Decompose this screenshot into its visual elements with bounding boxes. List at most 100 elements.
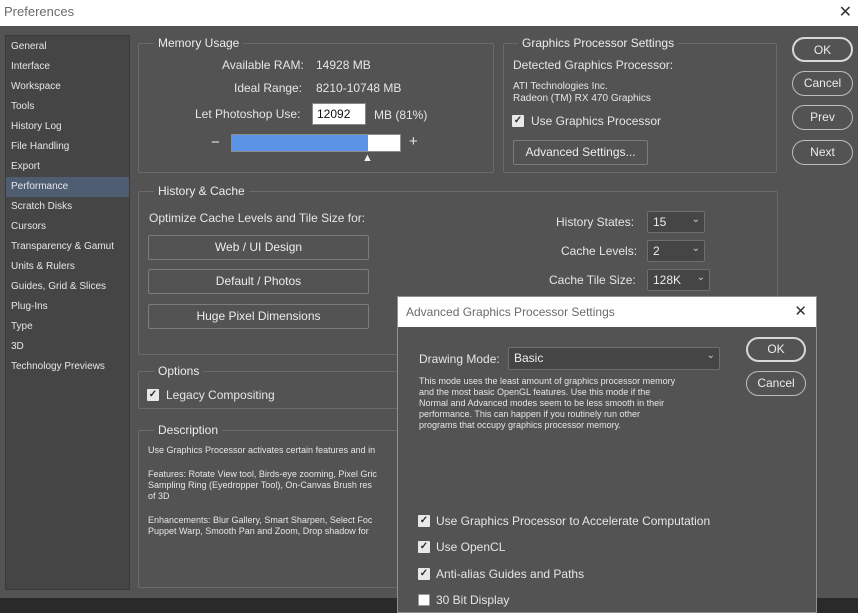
detected-gpu-label: Detected Graphics Processor: [513,58,674,72]
sidebar-item-3d[interactable]: 3D [6,337,129,357]
cancel-button[interactable]: Cancel [792,71,853,96]
preferences-sidebar: General Interface Workspace Tools Histor… [5,35,130,590]
memory-slider-track[interactable] [231,134,401,152]
sidebar-item-units-rulers[interactable]: Units & Rulers [6,257,129,277]
cache-tile-size-value: 128K [653,273,682,287]
gpu-settings-title: Graphics Processor Settings [518,36,679,50]
cache-levels-label: Cache Levels: [561,244,638,258]
let-photoshop-use-label: Let Photoshop Use: [195,107,301,121]
mode-description-line-3: Normal and Advanced modes seem to be les… [419,398,665,408]
sidebar-item-guides-grid-slices[interactable]: Guides, Grid & Slices [6,277,129,297]
memory-decrease-icon[interactable]: − [211,134,220,151]
cache-levels-value: 2 [653,244,660,258]
description-body: Use Graphics Processor activates certain… [148,445,396,585]
chevron-down-icon: ⌄ [706,350,715,361]
legacy-compositing-label: Legacy Compositing [166,388,275,402]
sidebar-item-history-log[interactable]: History Log [6,117,129,137]
30-bit-display-checkbox[interactable] [418,594,430,606]
ideal-range-value: 8210-10748 MB [316,81,402,95]
check-icon: ✓ [148,389,158,400]
ideal-range-label: Ideal Range: [234,81,303,95]
drawing-mode-value: Basic [514,351,544,365]
check-icon: ✓ [419,515,429,526]
history-cache-title: History & Cache [154,184,249,198]
30-bit-display-label: 30 Bit Display [436,593,510,607]
sidebar-item-tools[interactable]: Tools [6,97,129,117]
sidebar-item-file-handling[interactable]: File Handling [6,137,129,157]
dialog-close-icon[interactable]: ✕ [794,302,807,320]
memory-slider-thumb[interactable]: ▲ [362,152,373,164]
description-paragraph-1: Use Graphics Processor activates certain… [148,445,376,455]
use-opencl-label: Use OpenCL [436,540,506,554]
check-icon: ✓ [513,115,523,126]
history-states-select[interactable]: 15 ⌄ [647,211,705,233]
memory-use-unit: MB (81%) [374,108,428,122]
check-icon: ✓ [419,568,429,579]
advanced-settings-button[interactable]: Advanced Settings... [513,140,648,165]
options-title: Options [154,364,204,378]
optimize-cache-label: Optimize Cache Levels and Tile Size for: [149,211,366,225]
preset-default-photos-button[interactable]: Default / Photos [148,269,369,294]
memory-use-input[interactable] [312,103,366,125]
description-title: Description [154,423,223,437]
anti-alias-label: Anti-alias Guides and Paths [436,567,585,581]
preset-web-ui-design-button[interactable]: Web / UI Design [148,235,369,260]
mode-description-line-4: performance. This can happen if you rout… [419,409,640,419]
available-ram-value: 14928 MB [316,58,371,72]
chevron-down-icon: ⌄ [696,272,705,283]
mode-description-line-2: and the most basic OpenGL features. Use … [419,387,651,397]
advanced-gpu-dialog-title: Advanced Graphics Processor Settings [406,305,615,319]
chevron-down-icon: ⌄ [691,243,700,254]
drawing-mode-select[interactable]: Basic ⌄ [508,347,720,370]
dialog-ok-button[interactable]: OK [746,337,806,362]
cache-tile-size-label: Cache Tile Size: [549,273,636,287]
mode-description-line-5: programs that occupy graphics processor … [419,420,621,430]
history-states-value: 15 [653,215,667,229]
description-features-line-1: Features: Rotate View tool, Birds-eye zo… [148,469,377,479]
next-button[interactable]: Next [792,140,853,165]
advanced-gpu-dialog-titlebar: Advanced Graphics Processor Settings ✕ [398,297,816,327]
description-enhancements-line-1: Enhancements: Blur Gallery, Smart Sharpe… [148,515,373,525]
sidebar-item-interface[interactable]: Interface [6,57,129,77]
sidebar-item-transparency-gamut[interactable]: Transparency & Gamut [6,237,129,257]
gpu-vendor: ATI Technologies Inc. [513,81,608,92]
memory-usage-title: Memory Usage [154,36,244,50]
dialog-cancel-button[interactable]: Cancel [746,371,806,396]
accelerate-computation-label: Use Graphics Processor to Accelerate Com… [436,514,711,528]
check-icon: ✓ [419,541,429,552]
use-opencl-checkbox[interactable]: ✓ [418,541,430,553]
gpu-model: Radeon (TM) RX 470 Graphics [513,93,651,104]
prev-button[interactable]: Prev [792,105,853,130]
window-close-icon[interactable]: ✕ [839,2,852,22]
use-gpu-label: Use Graphics Processor [531,114,662,128]
sidebar-item-workspace[interactable]: Workspace [6,77,129,97]
history-states-label: History States: [556,215,635,229]
sidebar-item-technology-previews[interactable]: Technology Previews [6,357,129,377]
anti-alias-checkbox[interactable]: ✓ [418,568,430,580]
sidebar-item-type[interactable]: Type [6,317,129,337]
preset-huge-pixel-dimensions-button[interactable]: Huge Pixel Dimensions [148,304,369,329]
accelerate-computation-checkbox[interactable]: ✓ [418,515,430,527]
sidebar-item-performance[interactable]: Performance [6,177,129,197]
cache-levels-select[interactable]: 2 ⌄ [647,240,705,262]
ok-button[interactable]: OK [792,37,853,62]
description-features-line-2: Sampling Ring (Eyedropper Tool), On-Canv… [148,480,372,490]
memory-increase-icon[interactable]: + [409,133,418,150]
window-title: Preferences [4,4,75,19]
sidebar-item-scratch-disks[interactable]: Scratch Disks [6,197,129,217]
description-enhancements-line-2: Puppet Warp, Smooth Pan and Zoom, Drop s… [148,526,369,536]
use-gpu-checkbox[interactable]: ✓ [512,115,524,127]
available-ram-label: Available RAM: [222,58,304,72]
sidebar-item-general[interactable]: General [6,37,129,57]
drawing-mode-description: This mode uses the least amount of graph… [419,376,719,431]
window-titlebar: Preferences ✕ [0,0,858,26]
sidebar-item-export[interactable]: Export [6,157,129,177]
chevron-down-icon: ⌄ [691,214,700,225]
legacy-compositing-checkbox[interactable]: ✓ [147,389,159,401]
mode-description-line-1: This mode uses the least amount of graph… [419,376,676,386]
cache-tile-size-select[interactable]: 128K ⌄ [647,269,710,291]
memory-slider-fill [232,135,368,151]
sidebar-item-cursors[interactable]: Cursors [6,217,129,237]
advanced-gpu-dialog: Advanced Graphics Processor Settings ✕ D… [397,296,817,613]
sidebar-item-plug-ins[interactable]: Plug-Ins [6,297,129,317]
